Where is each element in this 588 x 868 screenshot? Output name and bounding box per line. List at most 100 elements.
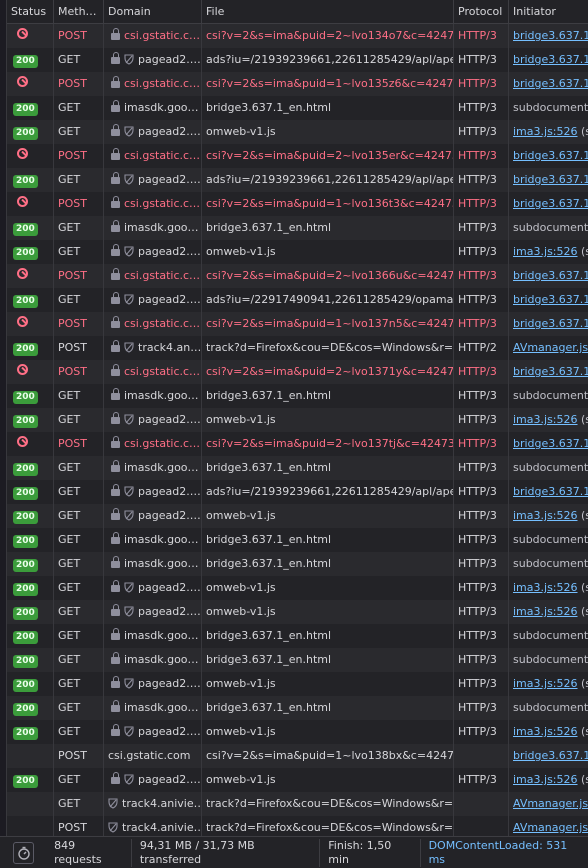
cell-file: omweb-v1.js (202, 768, 454, 792)
table-row[interactable]: 200 GET imasdk.goo… bridge3.637.1_en.html HT… (7, 648, 588, 672)
initiator-link[interactable]: ima3.js:526 (513, 245, 578, 258)
table-row[interactable]: 200 GET pagead2.… omweb-v1.js HTTP/3 ima3.js:… (7, 720, 588, 744)
table-row[interactable]: 200 GET pagead2.… omweb-v1.js HTTP/3 ima3.js:… (7, 600, 588, 624)
cell-method: GET (54, 288, 104, 312)
initiator-link[interactable]: bridge3.637.1_e (513, 269, 588, 282)
initiator-link[interactable]: bridge3.637.1_e (513, 53, 588, 66)
table-row[interactable]: POST csi.gstatic.c… csi?v=2&s=ima&puid=1~l… (7, 72, 588, 96)
table-row[interactable]: 200 POST track4.an… track?d=Firefox&cou=DE&… (7, 336, 588, 360)
cell-method: GET (54, 720, 104, 744)
initiator-link: subdocument (513, 701, 588, 714)
table-row[interactable]: 200 GET imasdk.goo… bridge3.637.1_en.html HT… (7, 96, 588, 120)
table-row[interactable]: 200 GET pagead2.… omweb-v1.js HTTP/3 ima3.js:… (7, 408, 588, 432)
initiator-link[interactable]: ima3.js:526 (513, 677, 578, 690)
cell-protocol: HTTP/3 (454, 504, 509, 528)
initiator-link[interactable]: ima3.js:526 (513, 125, 578, 138)
table-row[interactable]: POST csi.gstatic.c… csi?v=2&s=ima&puid=2~l… (7, 144, 588, 168)
cell-method: GET (54, 456, 104, 480)
cell-domain: csi.gstatic.c… (104, 312, 202, 336)
table-row[interactable]: 200 GET pagead2.… ads?iu=/21939239661,22611… (7, 480, 588, 504)
table-row[interactable]: POST csi.gstatic.com csi?v=2&s=ima&puid=1~… (7, 744, 588, 768)
initiator-link[interactable]: bridge3.637.1_e (513, 749, 588, 762)
table-row[interactable]: GET track4.anivie… track?d=Firefox&cou=DE&… (7, 792, 588, 816)
lock-icon (111, 196, 120, 208)
table-row[interactable]: 200 GET imasdk.goo… bridge3.637.1_en.html HT… (7, 696, 588, 720)
cell-protocol: HTTP/3 (454, 24, 509, 48)
column-header-protocol[interactable]: Protocol (454, 0, 509, 23)
initiator-suffix: (sc (580, 125, 588, 138)
cell-status: 200 (7, 696, 54, 720)
status-badge: 200 (13, 511, 38, 524)
cell-domain: imasdk.goo… (104, 528, 202, 552)
initiator-link[interactable]: ima3.js:526 (513, 581, 578, 594)
initiator-link[interactable]: ima3.js:526 (513, 605, 578, 618)
table-row[interactable]: POST csi.gstatic.c… csi?v=2&s=ima&puid=2~l… (7, 24, 588, 48)
table-row[interactable]: 200 GET pagead2.… omweb-v1.js HTTP/3 ima3.js:… (7, 120, 588, 144)
table-row[interactable]: POST csi.gstatic.c… csi?v=2&s=ima&puid=1~l… (7, 192, 588, 216)
status-badge: 200 (13, 583, 38, 596)
column-header-domain[interactable]: Domain (104, 0, 202, 23)
initiator-link[interactable]: AVmanager.js: (513, 341, 588, 354)
cell-file: bridge3.637.1_en.html (202, 456, 454, 480)
table-row[interactable]: 200 GET pagead2.… ads?iu=/21939239661,22611… (7, 48, 588, 72)
table-row[interactable]: 200 GET pagead2.… omweb-v1.js HTTP/3 ima3.js:… (7, 240, 588, 264)
column-header-method[interactable]: Meth… (54, 0, 104, 23)
table-row[interactable]: 200 GET imasdk.goo… bridge3.637.1_en.html HT… (7, 384, 588, 408)
table-row[interactable]: 200 GET pagead2.… ads?iu=/21939239661,22611… (7, 168, 588, 192)
domain-text: pagead2.… (138, 485, 201, 498)
initiator-link[interactable]: AVmanager.js: (513, 797, 588, 810)
column-header-initiator[interactable]: Initiator (509, 0, 588, 23)
cell-domain: imasdk.goo… (104, 696, 202, 720)
initiator-suffix: (sc (580, 509, 588, 522)
initiator-link[interactable]: ima3.js:526 (513, 413, 578, 426)
tracker-icon (124, 246, 134, 257)
performance-analysis-button[interactable] (13, 841, 35, 864)
table-row[interactable]: 200 GET pagead2.… omweb-v1.js HTTP/3 ima3.js:… (7, 768, 588, 792)
table-row[interactable]: 200 GET pagead2.… omweb-v1.js HTTP/3 ima3.js:… (7, 672, 588, 696)
tracker-icon (124, 774, 134, 785)
domain-text: pagead2.… (138, 293, 201, 306)
domain-text: pagead2.… (138, 413, 201, 426)
table-row[interactable]: POST csi.gstatic.c… csi?v=2&s=ima&puid=1~l… (7, 312, 588, 336)
initiator-link[interactable]: ima3.js:526 (513, 773, 578, 786)
table-row[interactable]: 200 GET imasdk.goo… bridge3.637.1_en.html HT… (7, 552, 588, 576)
lock-icon (111, 532, 120, 544)
table-body: POST csi.gstatic.c… csi?v=2&s=ima&puid=2~l… (7, 24, 588, 840)
initiator-link[interactable]: bridge3.637.1_e (513, 149, 588, 162)
initiator-link[interactable]: bridge3.637.1_e (513, 197, 588, 210)
cell-status: 200 (7, 288, 54, 312)
cell-file: omweb-v1.js (202, 504, 454, 528)
table-row[interactable]: POST csi.gstatic.c… csi?v=2&s=ima&puid=2~l… (7, 360, 588, 384)
initiator-link[interactable]: ima3.js:526 (513, 509, 578, 522)
table-row[interactable]: 200 GET pagead2.… omweb-v1.js HTTP/3 ima3.js:… (7, 576, 588, 600)
initiator-link[interactable]: ima3.js:526 (513, 725, 578, 738)
table-row[interactable]: 200 GET imasdk.goo… bridge3.637.1_en.html HT… (7, 528, 588, 552)
cell-domain: track4.anivie… (104, 792, 202, 816)
initiator-link[interactable]: bridge3.637.1_e (513, 437, 588, 450)
initiator-link[interactable]: bridge3.637.1_e (513, 293, 588, 306)
column-header-status[interactable]: Status (7, 0, 54, 23)
cell-status (7, 24, 54, 48)
initiator-link[interactable]: bridge3.637.1_e (513, 173, 588, 186)
cell-initiator: subdocument (509, 552, 588, 576)
initiator-link[interactable]: bridge3.637.1_e (513, 77, 588, 90)
domain-text: csi.gstatic.c… (124, 437, 201, 450)
table-row[interactable]: 200 GET imasdk.goo… bridge3.637.1_en.html HT… (7, 624, 588, 648)
initiator-link[interactable]: bridge3.637.1_e (513, 317, 588, 330)
initiator-link[interactable]: bridge3.637.1_e (513, 485, 588, 498)
table-row[interactable]: 200 GET pagead2.… ads?iu=/22917490941,22611… (7, 288, 588, 312)
domain-text: pagead2.… (138, 773, 201, 786)
initiator-link[interactable]: AVmanager.js: (513, 821, 588, 834)
table-row[interactable]: 200 GET pagead2.… omweb-v1.js HTTP/3 ima3.js:… (7, 504, 588, 528)
cell-file: bridge3.637.1_en.html (202, 696, 454, 720)
table-row[interactable]: 200 GET imasdk.goo… bridge3.637.1_en.html HT… (7, 216, 588, 240)
initiator-link[interactable]: bridge3.637.1_e (513, 29, 588, 42)
table-row[interactable]: 200 GET imasdk.goo… bridge3.637.1_en.html HT… (7, 456, 588, 480)
column-header-file[interactable]: File (202, 0, 454, 23)
table-row[interactable]: POST csi.gstatic.c… csi?v=2&s=ima&puid=2~l… (7, 432, 588, 456)
initiator-link[interactable]: bridge3.637.1_e (513, 365, 588, 378)
cell-method: GET (54, 624, 104, 648)
status-badge: 200 (13, 223, 38, 236)
tracker-icon (124, 582, 134, 593)
table-row[interactable]: POST csi.gstatic.c… csi?v=2&s=ima&puid=2~l… (7, 264, 588, 288)
